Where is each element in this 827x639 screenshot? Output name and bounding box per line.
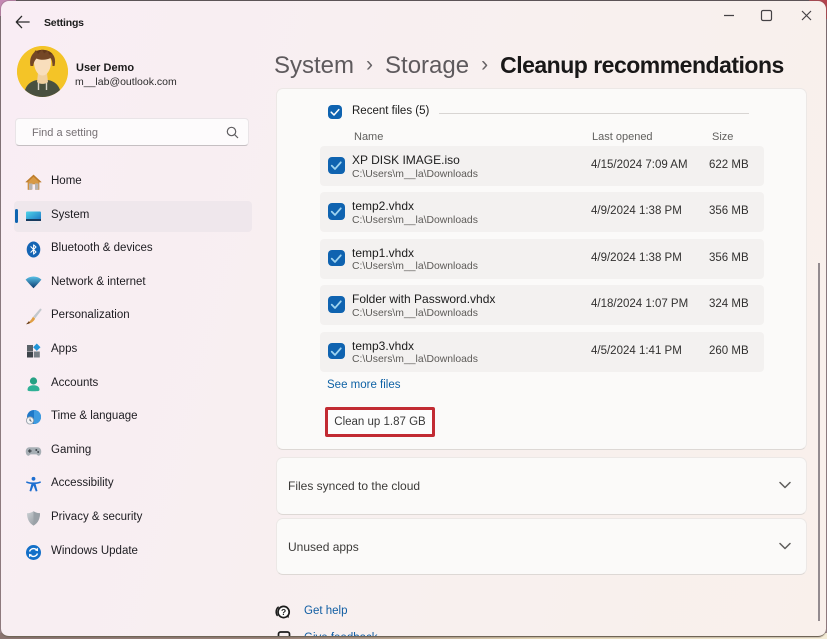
svg-text:?: ?: [281, 607, 286, 617]
